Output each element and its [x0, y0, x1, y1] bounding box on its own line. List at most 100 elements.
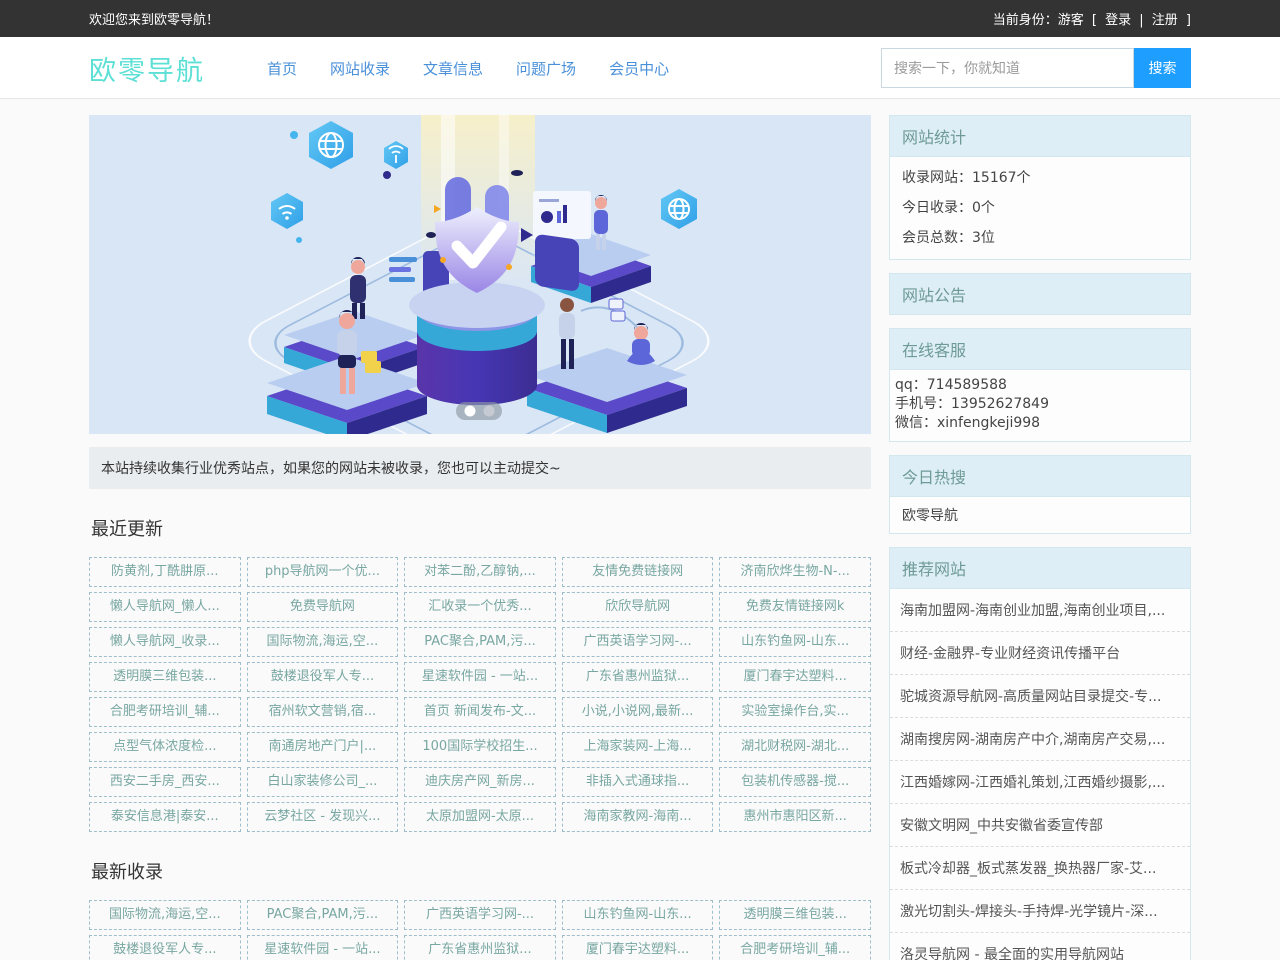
site-link[interactable]: PAC聚合,PAM,污... — [247, 900, 399, 930]
site-link[interactable]: 海南家教网-海南... — [562, 802, 714, 832]
identity-area: 当前身份：游客 [ 登录 | 注册 ] — [989, 9, 1191, 28]
recommended-site-link[interactable]: 财经-金融界-专业财经资讯传播平台 — [890, 632, 1190, 675]
site-link[interactable]: 免费友情链接网k — [719, 592, 871, 622]
site-link[interactable]: 泰安信息港|泰安... — [89, 802, 241, 832]
recommended-site-link[interactable]: 湖南搜房网-湖南房产中介,湖南房产交易,... — [890, 718, 1190, 761]
site-stats-list: 收录网站：15167个今日收录：0个会员总数：3位 — [890, 157, 1190, 259]
site-link[interactable]: 懒人导航网_懒人... — [89, 592, 241, 622]
site-link[interactable]: 广西英语学习网-... — [404, 900, 556, 930]
recommended-list: 海南加盟网-海南创业加盟,海南创业项目,...财经-金融界-专业财经资讯传播平台… — [890, 589, 1190, 960]
search-button[interactable]: 搜索 — [1134, 48, 1191, 88]
panel-recommended: 推荐网站 海南加盟网-海南创业加盟,海南创业项目,...财经-金融界-专业财经资… — [889, 547, 1191, 960]
recommended-site-link[interactable]: 板式冷却器_板式蒸发器_换热器厂家-艾... — [890, 847, 1190, 890]
slider-dots — [456, 402, 502, 420]
stat-row: 会员总数：3位 — [890, 223, 1190, 253]
site-link[interactable]: 济南欣烨生物-N-... — [719, 557, 871, 587]
main-nav: 首页 网站收录 文章信息 问题广场 会员中心 — [267, 58, 702, 79]
stat-row: 收录网站：15167个 — [890, 163, 1190, 193]
nav-link[interactable]: 会员中心 — [609, 58, 669, 79]
recommended-site-link[interactable]: 安徽文明网_中共安徽省委宣传部 — [890, 804, 1190, 847]
site-link[interactable]: 首页 新闻发布-文... — [404, 697, 556, 727]
site-link[interactable]: 防黄剂,丁酰肼原... — [89, 557, 241, 587]
site-link[interactable]: 鼓楼退役军人专... — [247, 662, 399, 692]
site-link[interactable]: 对苯二酚,乙醇钠,... — [404, 557, 556, 587]
site-link[interactable]: 湖北财税网-湖北... — [719, 732, 871, 762]
site-link[interactable]: 欣欣导航网 — [562, 592, 714, 622]
slider-dot-active[interactable] — [465, 406, 476, 417]
site-link[interactable]: 云梦社区 - 发现兴... — [247, 802, 399, 832]
recommended-site-link[interactable]: 洛灵导航网 - 最全面的实用导航网站 — [890, 933, 1190, 960]
nav-link[interactable]: 文章信息 — [423, 58, 483, 79]
site-link[interactable]: 合肥考研培训_辅... — [89, 697, 241, 727]
nav-link[interactable]: 网站收录 — [330, 58, 390, 79]
site-link[interactable]: 广西英语学习网-... — [562, 627, 714, 657]
site-link[interactable]: 西安二手房_西安... — [89, 767, 241, 797]
recent-updates-grid: 防黄剂,丁酰肼原...php导航网一个优...对苯二酚,乙醇钠,...友情免费链… — [89, 557, 871, 832]
site-link[interactable]: 上海家装网-上海... — [562, 732, 714, 762]
site-link[interactable]: 国际物流,海运,空... — [89, 900, 241, 930]
hot-search-list: 欧零导航 — [890, 497, 1190, 533]
login-link[interactable]: 登录 — [1105, 13, 1131, 28]
site-link[interactable]: 鼓楼退役军人专... — [89, 935, 241, 960]
site-link[interactable]: 非插入式通球指... — [562, 767, 714, 797]
section-title-recent-updates: 最近更新 — [91, 515, 871, 541]
site-link[interactable]: 小说,小说网,最新... — [562, 697, 714, 727]
panel-title: 今日热搜 — [890, 456, 1190, 496]
site-link[interactable]: 懒人导航网_收录... — [89, 627, 241, 657]
site-link[interactable]: 山东钓鱼网-山东... — [562, 900, 714, 930]
latest-included-grid: 国际物流,海运,空...PAC聚合,PAM,污...广西英语学习网-...山东钓… — [89, 900, 871, 960]
site-link[interactable]: 厦门春宇达塑料... — [719, 662, 871, 692]
top-bar: 欢迎您来到欧零导航！ 当前身份：游客 [ 登录 | 注册 ] — [0, 0, 1280, 37]
notice-bar: 本站持续收集行业优秀站点，如果您的网站未被收录，您也可以主动提交~ — [89, 447, 871, 489]
site-link[interactable]: 星速软件园 - 一站... — [247, 935, 399, 960]
section-title-latest-included: 最新收录 — [91, 858, 871, 884]
site-link[interactable]: 100国际学校招生... — [404, 732, 556, 762]
site-link[interactable]: 国际物流,海运,空... — [247, 627, 399, 657]
panel-hot-search: 今日热搜 欧零导航 — [889, 455, 1191, 534]
hot-search-item[interactable]: 欧零导航 — [890, 497, 1190, 533]
bracket-close: ] — [1186, 13, 1191, 28]
site-link[interactable]: 合肥考研培训_辅... — [719, 935, 871, 960]
server-cylinder — [409, 282, 545, 405]
site-link[interactable]: 免费导航网 — [247, 592, 399, 622]
site-link[interactable]: 太原加盟网-太原... — [404, 802, 556, 832]
site-link[interactable]: 山东钓鱼网-山东... — [719, 627, 871, 657]
panel-customer-service: 在线客服 qq：714589588手机号：13952627849微信：xinfe… — [889, 328, 1191, 442]
service-line: 微信：xinfengkeji998 — [895, 414, 1185, 433]
search-input[interactable] — [881, 48, 1134, 88]
nav-link[interactable]: 首页 — [267, 58, 297, 79]
recommended-site-link[interactable]: 海南加盟网-海南创业加盟,海南创业项目,... — [890, 589, 1190, 632]
recommended-site-link[interactable]: 激光切割头-焊接头-手持焊-光学镜片-深... — [890, 890, 1190, 933]
site-link[interactable]: 透明膜三维包装... — [719, 900, 871, 930]
slider-dot[interactable] — [484, 406, 495, 417]
site-link[interactable]: 迪庆房产网_新房... — [404, 767, 556, 797]
service-line: qq：714589588 — [895, 376, 1185, 395]
recommended-site-link[interactable]: 江西婚嫁网-江西婚礼策划,江西婚纱摄影,... — [890, 761, 1190, 804]
site-link[interactable]: 包装机传感器-搅... — [719, 767, 871, 797]
site-link[interactable]: 汇收录一个优秀... — [404, 592, 556, 622]
panel-title: 网站统计 — [890, 116, 1190, 156]
stat-row: 今日收录：0个 — [890, 193, 1190, 223]
site-link[interactable]: 友情免费链接网 — [562, 557, 714, 587]
site-logo[interactable]: 欧零导航 — [89, 49, 205, 88]
site-link[interactable]: 广东省惠州监狱... — [404, 935, 556, 960]
search-bar: 搜索 — [881, 48, 1191, 88]
register-link[interactable]: 注册 — [1152, 13, 1178, 28]
site-link[interactable]: 点型气体浓度检... — [89, 732, 241, 762]
panel-title: 在线客服 — [890, 329, 1190, 369]
site-link[interactable]: 星速软件园 - 一站... — [404, 662, 556, 692]
site-link[interactable]: 南通房地产门户|... — [247, 732, 399, 762]
site-link[interactable]: 透明膜三维包装... — [89, 662, 241, 692]
site-link[interactable]: PAC聚合,PAM,污... — [404, 627, 556, 657]
welcome-text: 欢迎您来到欧零导航！ — [89, 9, 219, 28]
site-link[interactable]: php导航网一个优... — [247, 557, 399, 587]
site-link[interactable]: 实验室操作台,实... — [719, 697, 871, 727]
site-link[interactable]: 白山家装修公司_... — [247, 767, 399, 797]
panel-title: 网站公告 — [890, 274, 1190, 314]
site-link[interactable]: 厦门春宇达塑料... — [562, 935, 714, 960]
recommended-site-link[interactable]: 驼城资源导航网-高质量网站目录提交-专... — [890, 675, 1190, 718]
site-link[interactable]: 广东省惠州监狱... — [562, 662, 714, 692]
nav-link[interactable]: 问题广场 — [516, 58, 576, 79]
site-link[interactable]: 宿州软文营销,宿... — [247, 697, 399, 727]
site-link[interactable]: 惠州市惠阳区新... — [719, 802, 871, 832]
